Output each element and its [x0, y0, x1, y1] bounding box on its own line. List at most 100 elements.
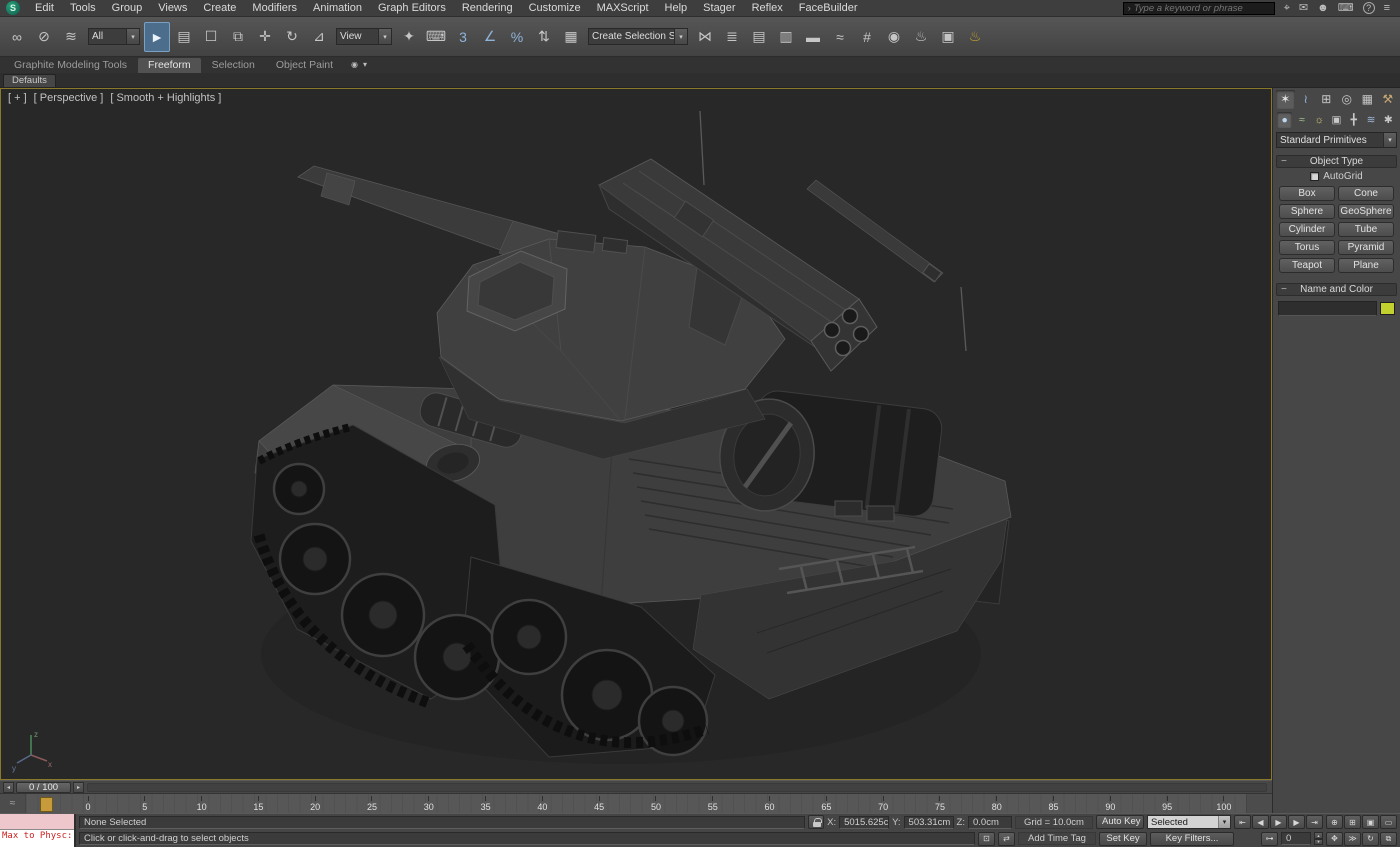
material-editor-icon[interactable]: ◉ — [881, 22, 907, 52]
select-and-scale-icon[interactable]: ⊿ — [306, 22, 332, 52]
perspective-viewport[interactable]: [ + ] [ Perspective ] [ Smooth + Highlig… — [0, 88, 1272, 780]
go-to-end-icon[interactable]: ⇥ — [1306, 815, 1323, 829]
listener-pane[interactable]: Max to Physc: — [0, 830, 74, 847]
select-and-manipulate-icon[interactable]: ✦ — [396, 22, 422, 52]
x-coordinate-field[interactable]: 5015.625c — [839, 816, 889, 829]
time-slider-next-icon[interactable]: ▸ — [73, 782, 84, 793]
unlink-selection-icon[interactable]: ⊘ — [31, 22, 57, 52]
help-icon[interactable]: ? — [1363, 2, 1375, 14]
auto-key-button[interactable]: Auto Key — [1096, 815, 1144, 829]
utilities-tab[interactable]: ⚒ — [1379, 90, 1398, 109]
next-frame-icon[interactable]: ▶ — [1288, 815, 1305, 829]
mirror-icon[interactable]: ⋈ — [692, 22, 718, 52]
menu-views[interactable]: Views — [150, 1, 195, 15]
snaps-toggle-icon[interactable]: 3 — [450, 22, 476, 52]
angle-snap-icon[interactable]: ∠ — [477, 22, 503, 52]
macro-recorder-pane[interactable] — [0, 814, 74, 830]
select-and-move-icon[interactable]: ✛ — [252, 22, 278, 52]
display-tab[interactable]: ▦ — [1358, 90, 1377, 109]
sign-in-icon[interactable]: ☻ — [1317, 2, 1329, 15]
primitive-torus-button[interactable]: Torus — [1279, 240, 1335, 255]
y-coordinate-field[interactable]: 503.31cm — [904, 816, 954, 829]
maxscript-mini-listener[interactable]: Max to Physc: — [0, 814, 76, 847]
select-and-rotate-icon[interactable]: ↻ — [279, 22, 305, 52]
rectangular-selection-region-icon[interactable]: ☐ — [198, 22, 224, 52]
menu-create[interactable]: Create — [195, 1, 244, 15]
object-type-rollout-header[interactable]: − Object Type — [1276, 155, 1397, 168]
viewport-pov-menu[interactable]: [ Perspective ] — [34, 92, 104, 104]
shapes-subtab[interactable]: ≈ — [1294, 112, 1309, 128]
systems-subtab[interactable]: ✱ — [1381, 112, 1396, 128]
menu-rendering[interactable]: Rendering — [454, 1, 521, 15]
create-tab[interactable]: ✶ — [1276, 90, 1295, 109]
spinner-down-icon[interactable]: ▾ — [1314, 839, 1323, 846]
ribbon-context-icon[interactable]: ◉ — [351, 58, 358, 71]
cameras-subtab[interactable]: ▣ — [1329, 112, 1344, 128]
toggle-ribbon-icon[interactable]: ▬ — [800, 22, 826, 52]
track-bar-ruler[interactable]: 0510152025303540455055606570758085909510… — [26, 794, 1246, 813]
primitive-geosphere-button[interactable]: GeoSphere — [1338, 204, 1394, 219]
key-filters-button[interactable]: Key Filters... — [1150, 832, 1234, 846]
search-input[interactable] — [1134, 3, 1270, 14]
app-logo-icon[interactable]: S — [6, 1, 20, 15]
primitive-teapot-button[interactable]: Teapot — [1279, 258, 1335, 273]
viewport-shading-menu[interactable]: [ Smooth + Highlights ] — [110, 92, 221, 104]
app-menu-icon[interactable]: ≡ — [1384, 2, 1390, 15]
toggle-layer-explorer-icon[interactable]: ▥ — [773, 22, 799, 52]
select-and-link-icon[interactable]: ∞ — [4, 22, 30, 52]
play-animation-icon[interactable]: ▶ — [1270, 815, 1287, 829]
window-crossing-icon[interactable]: ⧉ — [225, 22, 251, 52]
defaults-tab[interactable]: Defaults — [3, 74, 56, 87]
primitive-sphere-button[interactable]: Sphere — [1279, 204, 1335, 219]
menu-reflex[interactable]: Reflex — [744, 1, 791, 15]
name-color-rollout-header[interactable]: − Name and Color — [1276, 283, 1397, 296]
selection-filter-dropdown[interactable]: All▾ — [88, 28, 140, 45]
helpers-subtab[interactable]: ╋ — [1346, 112, 1361, 128]
named-selection-sets-dropdown[interactable]: Create Selection Se▾ — [588, 28, 688, 45]
menu-maxscript[interactable]: MAXScript — [589, 1, 657, 15]
zoom-all-icon[interactable]: ⊞ — [1344, 815, 1361, 829]
primitive-tube-button[interactable]: Tube — [1338, 222, 1394, 237]
hierarchy-tab[interactable]: ⊞ — [1317, 90, 1336, 109]
render-setup-icon[interactable]: ♨ — [908, 22, 934, 52]
autogrid-checkbox[interactable] — [1310, 172, 1319, 181]
communication-center-icon[interactable]: ✉ — [1299, 2, 1308, 15]
ribbon-tab-object-paint[interactable]: Object Paint — [266, 58, 343, 73]
menu-group[interactable]: Group — [104, 1, 151, 15]
primitive-cone-button[interactable]: Cone — [1338, 186, 1394, 201]
current-frame-marker[interactable] — [40, 797, 53, 812]
primitive-category-dropdown[interactable]: Standard Primitives ▾ — [1276, 132, 1397, 148]
previous-frame-icon[interactable]: ◀ — [1252, 815, 1269, 829]
menu-graph-editors[interactable]: Graph Editors — [370, 1, 454, 15]
primitive-pyramid-button[interactable]: Pyramid — [1338, 240, 1394, 255]
maximize-viewport-icon[interactable]: ⧉ — [1380, 832, 1397, 846]
keyboard-shortcut-override-icon[interactable]: ⌨ — [423, 22, 449, 52]
select-by-name-icon[interactable]: ▤ — [171, 22, 197, 52]
rendered-frame-window-icon[interactable]: ▣ — [935, 22, 961, 52]
percent-snap-icon[interactable]: % — [504, 22, 530, 52]
edit-named-selection-sets-icon[interactable]: ▦ — [558, 22, 584, 52]
go-to-start-icon[interactable]: ⇤ — [1234, 815, 1251, 829]
z-coordinate-field[interactable]: 0.0cm — [968, 816, 1012, 829]
menu-tools[interactable]: Tools — [62, 1, 104, 15]
key-mode-toggle-icon[interactable]: ⊶ — [1261, 832, 1278, 846]
keyboard-icon[interactable]: ⌨ — [1338, 2, 1354, 15]
zoom-region-icon[interactable]: ▭ — [1380, 815, 1397, 829]
frame-spinner[interactable]: ▴ ▾ — [1314, 832, 1323, 845]
spinner-snap-icon[interactable]: ⇅ — [531, 22, 557, 52]
ribbon-tab-freeform[interactable]: Freeform — [138, 58, 201, 73]
render-production-icon[interactable]: ♨ — [962, 22, 988, 52]
menu-animation[interactable]: Animation — [305, 1, 370, 15]
toggle-scene-explorer-icon[interactable]: ▤ — [746, 22, 772, 52]
add-time-tag[interactable]: Add Time Tag — [1018, 832, 1096, 845]
curve-editor-icon[interactable]: ≈ — [827, 22, 853, 52]
reference-coordinate-dropdown[interactable]: View▾ — [336, 28, 392, 45]
mini-curve-editor-icon[interactable]: ≈ — [0, 794, 26, 813]
time-slider-track[interactable] — [87, 783, 1267, 792]
current-frame-field[interactable]: 0 — [1281, 832, 1311, 845]
select-object-icon[interactable]: ► — [144, 22, 170, 52]
set-key-button[interactable]: Set Key — [1099, 832, 1147, 846]
primitive-cylinder-button[interactable]: Cylinder — [1279, 222, 1335, 237]
search-box[interactable]: › — [1123, 2, 1275, 15]
space-warps-subtab[interactable]: ≋ — [1363, 112, 1378, 128]
